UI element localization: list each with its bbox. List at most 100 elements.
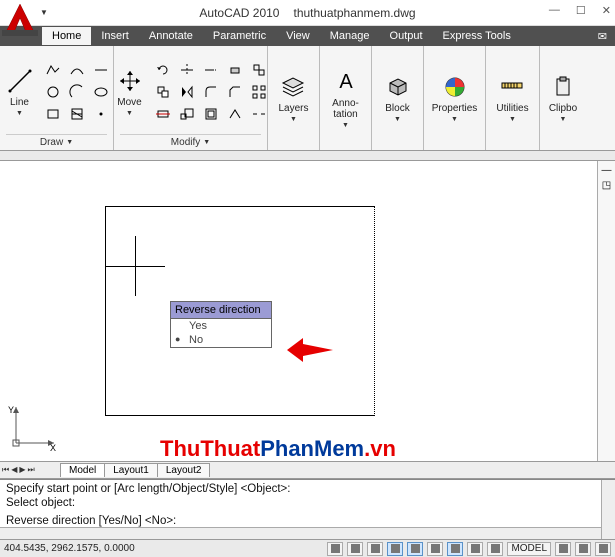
minimize-viewport-icon[interactable]: —: [598, 165, 615, 176]
command-history-line: Specify start point or [Arc length/Objec…: [6, 482, 609, 496]
move-label: Move: [117, 97, 141, 108]
properties-label: Properties: [432, 103, 478, 114]
app-logo-icon[interactable]: [2, 0, 38, 36]
point-icon[interactable]: [90, 104, 112, 124]
draw-panel-label: Draw: [40, 137, 63, 148]
tab-annotate[interactable]: Annotate: [139, 27, 203, 45]
ucs-icon: Y X: [8, 401, 58, 451]
option-yes[interactable]: Yes: [171, 319, 271, 333]
block-button[interactable]: Block ▼: [380, 71, 416, 125]
utilities-button[interactable]: Utilities ▼: [492, 71, 532, 125]
svg-text:X: X: [50, 443, 56, 451]
title-bar: ▼ AutoCAD 2010 thuthuatphanmem.dwg — ☐ ✕: [0, 0, 615, 26]
document-title: thuthuatphanmem.dwg: [293, 6, 415, 20]
layout-tab-layout1[interactable]: Layout1: [104, 463, 158, 477]
annotation-label: Anno- tation: [332, 98, 359, 120]
watermark: ThuThuatPhanMem.vn: [160, 436, 396, 462]
modify-panel-label: Modify: [171, 137, 200, 148]
app-title: AutoCAD 2010: [199, 6, 279, 20]
mirror-icon[interactable]: [176, 82, 198, 102]
tab-nav-first-icon[interactable]: ⏮: [2, 465, 9, 475]
layout-tab-layout2[interactable]: Layout2: [157, 463, 211, 477]
array-icon[interactable]: [248, 82, 270, 102]
context-menu-title: Reverse direction: [171, 302, 271, 319]
viewcube-icon[interactable]: ◳: [598, 180, 615, 191]
command-history-line: Select object:: [6, 496, 609, 510]
ray-icon[interactable]: [90, 60, 112, 80]
layers-button[interactable]: Layers ▼: [274, 71, 312, 125]
maximize-button[interactable]: ☐: [576, 4, 586, 17]
ellipse-icon[interactable]: [90, 82, 112, 102]
line-button[interactable]: Line ▼: [2, 65, 38, 119]
qat-dropdown-icon[interactable]: ▼: [40, 8, 48, 17]
tab-express-tools[interactable]: Express Tools: [433, 27, 521, 45]
command-prompt: Reverse direction [Yes/No] <No>:: [6, 514, 609, 528]
clipboard-label: Clipbo: [549, 103, 577, 114]
tab-nav-last-icon[interactable]: ⏭: [28, 465, 35, 475]
erase-icon[interactable]: [224, 60, 246, 80]
layers-label: Layers: [278, 103, 308, 114]
tab-nav-prev-icon[interactable]: ◀: [11, 465, 17, 475]
command-line[interactable]: Specify start point or [Arc length/Objec…: [0, 479, 615, 539]
close-button[interactable]: ✕: [602, 4, 611, 17]
coordinates: 404.5435, 2962.1575, 0.0000: [4, 543, 135, 554]
panel-annotation: A Anno- tation ▼: [320, 46, 372, 150]
tab-parametric[interactable]: Parametric: [203, 27, 276, 45]
arc-icon[interactable]: [66, 82, 88, 102]
stretch-icon[interactable]: [152, 104, 174, 124]
hatch-icon[interactable]: [66, 104, 88, 124]
tab-home[interactable]: Home: [42, 27, 91, 45]
panel-block: Block ▼: [372, 46, 424, 150]
offset-icon[interactable]: [200, 104, 222, 124]
explode-icon[interactable]: [248, 60, 270, 80]
context-menu: Reverse direction Yes No: [170, 301, 272, 348]
panel-clipboard: Clipbo ▼: [540, 46, 586, 150]
spline-icon[interactable]: [66, 60, 88, 80]
clipboard-button[interactable]: Clipbo ▼: [545, 71, 581, 125]
status-bar: 404.5435, 2962.1575, 0.0000 MODEL: [0, 539, 615, 557]
red-arrow-annotation: [285, 336, 335, 366]
minimize-button[interactable]: —: [549, 4, 560, 17]
drawing-canvas[interactable]: Reverse direction Yes No Y X ThuThuatPha…: [0, 161, 615, 461]
canvas-side-toolbar: — ◳: [597, 161, 615, 461]
svg-text:A: A: [339, 71, 353, 93]
rotate-icon[interactable]: [152, 60, 174, 80]
command-scroll-vertical[interactable]: [601, 480, 615, 539]
panel-draw: Line ▼ Draw▼: [0, 46, 114, 150]
move-button[interactable]: Move ▼: [112, 65, 148, 119]
scale-icon[interactable]: [176, 104, 198, 124]
svg-text:Y: Y: [8, 405, 14, 415]
panel-layers: Layers ▼: [268, 46, 320, 150]
copy-icon[interactable]: [152, 82, 174, 102]
notifications-icon[interactable]: ✉: [598, 30, 607, 43]
ribbon-tabs: Home Insert Annotate Parametric View Man…: [0, 26, 615, 46]
rectangle-icon[interactable]: [42, 104, 64, 124]
polyline-icon[interactable]: [42, 60, 64, 80]
layout-tabs: ⏮ ◀ ▶ ⏭ Model Layout1 Layout2: [0, 461, 615, 479]
join-icon[interactable]: [224, 104, 246, 124]
panel-utilities: Utilities ▼: [486, 46, 540, 150]
tab-insert[interactable]: Insert: [91, 27, 139, 45]
fillet-icon[interactable]: [200, 82, 222, 102]
line-label: Line: [10, 97, 29, 108]
chamfer-icon[interactable]: [224, 82, 246, 102]
circle-icon[interactable]: [42, 82, 64, 102]
layout-tab-model[interactable]: Model: [60, 463, 105, 477]
panel-properties: Properties ▼: [424, 46, 486, 150]
block-label: Block: [385, 103, 409, 114]
option-no[interactable]: No: [171, 333, 271, 347]
properties-button[interactable]: Properties ▼: [428, 71, 482, 125]
tab-view[interactable]: View: [276, 27, 320, 45]
command-scroll-horizontal[interactable]: [0, 527, 601, 539]
trim-icon[interactable]: [176, 60, 198, 80]
spacer: [0, 151, 615, 161]
utilities-label: Utilities: [496, 103, 528, 114]
panel-modify: Move ▼ Modify▼: [114, 46, 268, 150]
annotation-button[interactable]: A Anno- tation ▼: [328, 66, 364, 131]
tab-nav-next-icon[interactable]: ▶: [19, 465, 25, 475]
tab-output[interactable]: Output: [380, 27, 433, 45]
extend-icon[interactable]: [200, 60, 222, 80]
tab-manage[interactable]: Manage: [320, 27, 380, 45]
ribbon: Line ▼ Draw▼ Move ▼: [0, 46, 615, 151]
break-icon[interactable]: [248, 104, 270, 124]
